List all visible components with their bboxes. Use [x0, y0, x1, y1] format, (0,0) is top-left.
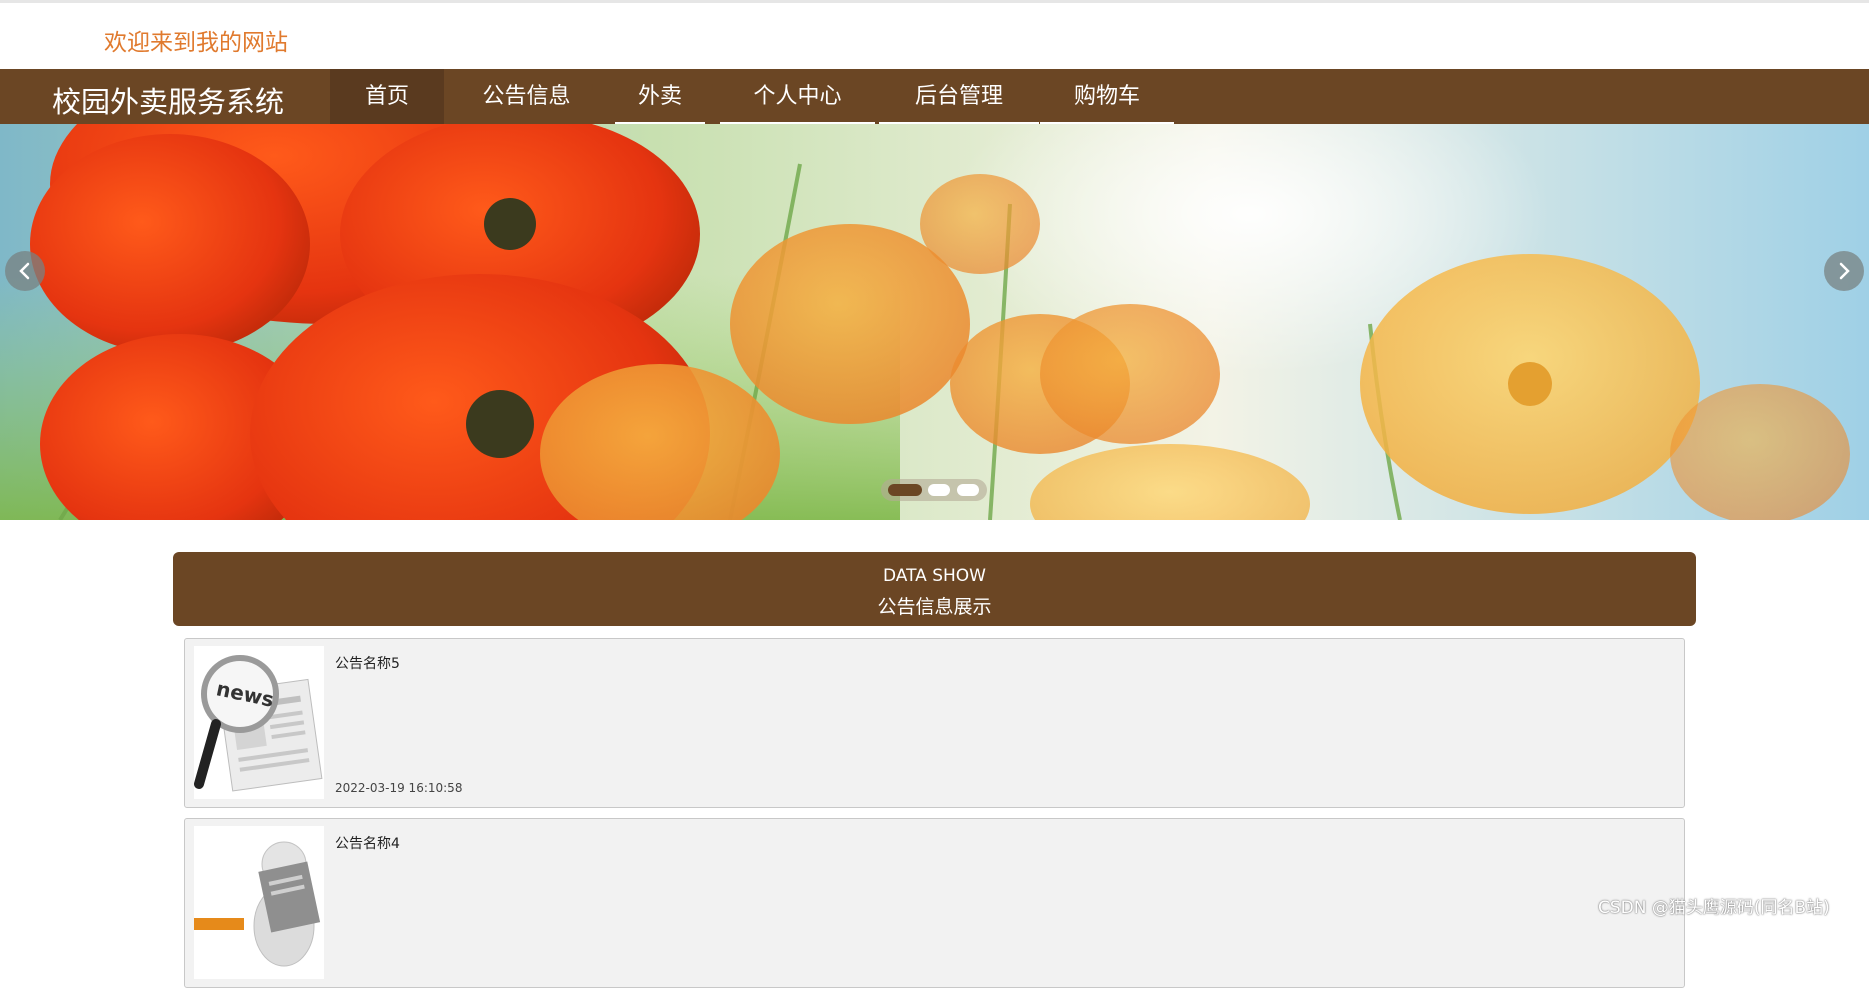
site-title: 校园外卖服务系统: [52, 85, 285, 119]
nav-item-label: 首页: [364, 84, 409, 109]
hero-banner-carousel[interactable]: [0, 124, 1869, 520]
news-magnifier-icon: news: [194, 655, 323, 792]
person-reading-newspaper-icon: [194, 841, 321, 967]
carousel-prev-button[interactable]: [5, 251, 45, 291]
main-navbar: 校园外卖服务系统 首页 公告信息 外卖 个人中心 后台管理 购物车: [0, 69, 1869, 124]
carousel-dot-2[interactable]: [928, 484, 950, 496]
nav-item-takeout[interactable]: 外卖: [615, 69, 705, 124]
nav-item-notices[interactable]: 公告信息: [454, 69, 599, 124]
section-header: DATA SHOW 公告信息展示: [173, 552, 1696, 626]
chevron-right-icon: [1839, 262, 1850, 280]
watermark-text: CSDN @猫头鹰源码(同名B站): [1598, 898, 1830, 918]
section-title-cn: 公告信息展示: [877, 596, 992, 618]
nav-item-cart[interactable]: 购物车: [1040, 69, 1174, 124]
nav-item-label: 外卖: [637, 84, 682, 109]
banner-image: [0, 124, 1869, 520]
chevron-left-icon: [19, 262, 30, 280]
notice-card[interactable]: news 公告名称5 2022-03-19 16:10:58: [184, 638, 1685, 808]
welcome-text: 欢迎来到我的网站: [104, 30, 288, 56]
nav-item-label: 公告信息: [482, 84, 571, 109]
carousel-dot-3[interactable]: [957, 484, 979, 496]
nav-item-profile[interactable]: 个人中心: [720, 69, 875, 124]
carousel-dot-1[interactable]: [888, 484, 922, 496]
nav-item-home[interactable]: 首页: [330, 69, 444, 124]
nav-item-label: 个人中心: [753, 84, 842, 109]
top-bar: 欢迎来到我的网站: [0, 0, 1869, 69]
notice-title: 公告名称5: [335, 656, 400, 672]
notice-date: 2022-03-19 16:10:58: [335, 781, 463, 795]
notice-thumbnail: [194, 826, 324, 979]
carousel-indicators: [881, 479, 987, 501]
notice-title: 公告名称4: [335, 836, 400, 852]
nav-item-label: 后台管理: [914, 84, 1003, 109]
notice-thumbnail: news: [194, 646, 324, 799]
carousel-next-button[interactable]: [1824, 251, 1864, 291]
notice-card[interactable]: 公告名称4: [184, 818, 1685, 988]
nav-item-admin[interactable]: 后台管理: [879, 69, 1039, 124]
nav-item-label: 购物车: [1073, 84, 1140, 109]
section-title-en: DATA SHOW: [883, 566, 986, 586]
